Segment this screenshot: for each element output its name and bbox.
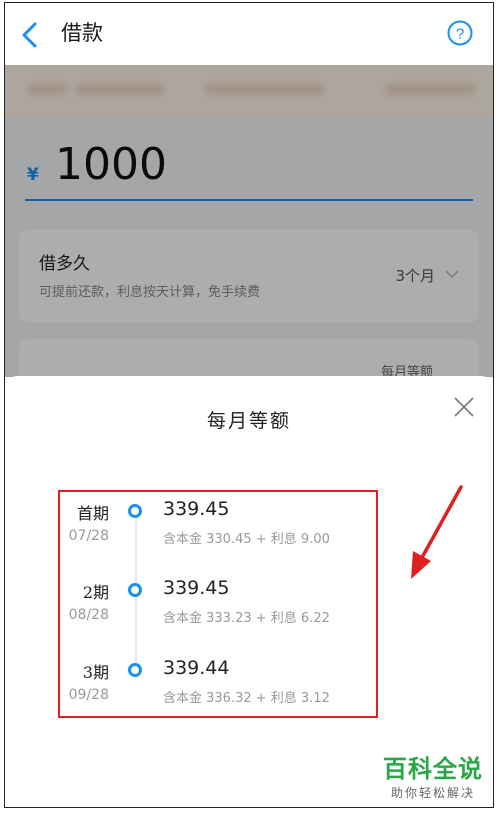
sheet-title: 每月等额 (206, 410, 291, 432)
app-frame: 借款 ? ¥ 1000 借多久 可提前还款，利息按天计算，免手续费 3个月 每月… (4, 2, 494, 808)
annotation-highlight-box (58, 490, 378, 718)
watermark-title: 百科全说 (383, 755, 483, 783)
watermark: 百科全说 助你轻松解决 (383, 749, 483, 801)
watermark-subtitle: 助你轻松解决 (390, 786, 475, 800)
annotation-arrow-icon (411, 485, 463, 579)
chevron-left-icon[interactable] (19, 21, 41, 49)
page-title: 借款 (61, 21, 103, 45)
close-icon[interactable] (453, 396, 475, 418)
header: 借款 ? (5, 3, 493, 65)
repayment-plan-sheet: 每月等额 首期 07/28 339.45 含本金 330.45 + 利息 9.0… (5, 376, 493, 807)
dim-overlay[interactable] (5, 65, 493, 377)
svg-text:?: ? (456, 26, 464, 43)
question-circle-icon[interactable]: ? (447, 20, 473, 46)
